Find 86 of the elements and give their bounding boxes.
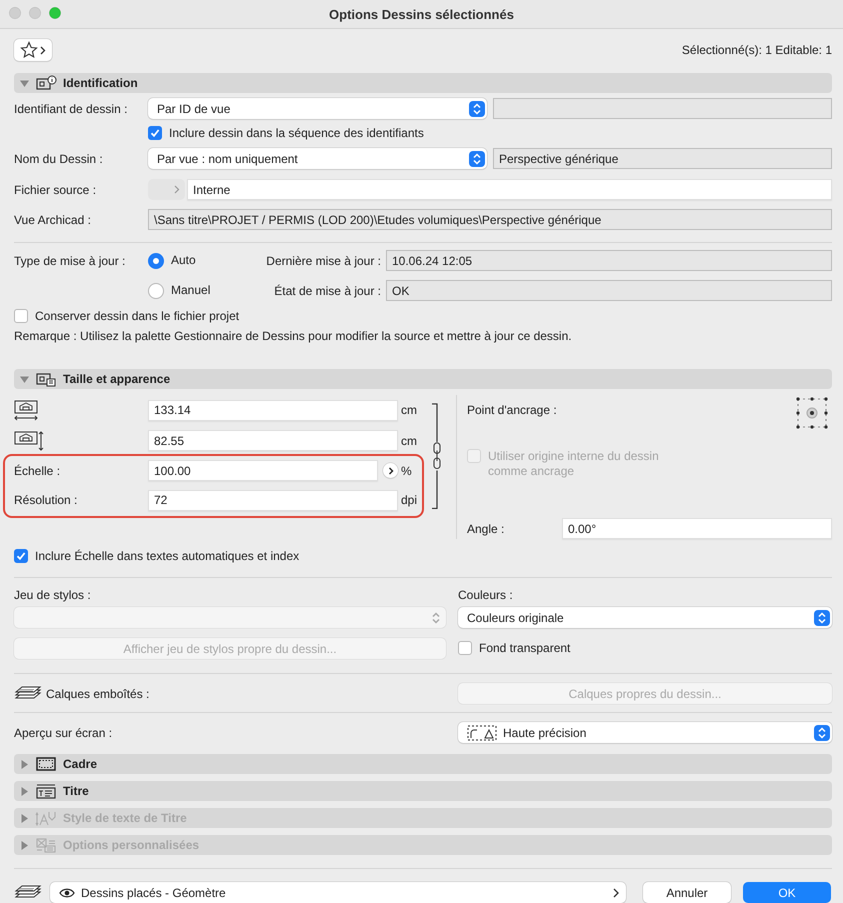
text-field[interactable]: 72 (148, 490, 398, 510)
checkbox[interactable] (14, 549, 28, 563)
eye-icon (59, 886, 75, 898)
close-button[interactable] (9, 7, 21, 19)
field-label: Vue Archicad : (14, 212, 92, 226)
id-popup[interactable]: Par ID de vue (148, 98, 487, 119)
unit-label: cm (400, 403, 418, 417)
radio-label: Manuel (171, 282, 210, 298)
layers-icon[interactable] (14, 884, 42, 900)
field-label: Échelle : (14, 464, 62, 478)
frame-icon (35, 756, 57, 772)
layers-icon (14, 686, 42, 702)
anchor-point-icon[interactable] (796, 397, 828, 429)
text-field[interactable]: 100.00 (148, 460, 378, 481)
chevron-right-icon (612, 888, 620, 898)
field-label: Fichier source : (14, 182, 98, 196)
disclosure-triangle-icon[interactable] (20, 374, 29, 384)
section-header[interactable]: Cadre (14, 754, 832, 774)
name-popup[interactable]: Par vue : nom uniquement (148, 148, 487, 169)
minimize-button[interactable] (29, 7, 41, 19)
disclosure-triangle-icon[interactable] (20, 78, 29, 88)
ok-button[interactable]: OK (743, 882, 831, 903)
radio-dot-icon (153, 258, 159, 264)
checkbox[interactable] (458, 641, 472, 655)
checkbox[interactable] (148, 126, 162, 140)
scale-options-button[interactable] (383, 463, 398, 478)
text-field[interactable]: \Sans titre\PROJET / PERMIS (LOD 200)\Etudes volumiques\Perspective générique (148, 209, 832, 230)
text-field[interactable] (493, 98, 832, 119)
chevron-right-icon (40, 46, 46, 54)
section-header[interactable]: Titre (14, 781, 832, 801)
unit-label: dpi (400, 493, 418, 507)
disclosure-triangle-icon[interactable] (20, 786, 29, 796)
chevron-right-icon (174, 185, 180, 194)
field-label: Point d'ancrage : (467, 403, 557, 417)
radio-label: Auto (171, 252, 196, 268)
text-field[interactable]: Perspective générique (493, 148, 832, 169)
drawing-info-icon (35, 75, 57, 91)
section-header[interactable]: Taille et apparence (14, 369, 832, 389)
title-icon (35, 783, 57, 799)
checkmark-icon (150, 128, 160, 138)
cancel-button[interactable]: Annuler (643, 882, 731, 903)
disclosure-triangle-icon[interactable] (20, 760, 29, 768)
star-icon (20, 41, 38, 59)
selection-info: Sélectionné(s): 1 Editable: 1 (682, 43, 832, 57)
text-field[interactable]: 133.14 (148, 400, 398, 420)
text-field[interactable]: OK (386, 280, 832, 301)
window-title: Options Dessins sélectionnés (329, 6, 514, 22)
text-field[interactable]: 0.00° (562, 518, 832, 539)
field-label: Angle : (467, 522, 506, 536)
radio-button[interactable] (148, 282, 164, 298)
section-header[interactable]: Identification (14, 73, 832, 93)
field-label: Aperçu sur écran : (14, 726, 114, 740)
preview-icon (467, 724, 497, 740)
unit-label: cm (400, 434, 418, 448)
unit-label: % (400, 464, 413, 478)
text-field[interactable]: 82.55 (148, 430, 398, 451)
field-label: Identifiant de dessin : (14, 102, 128, 116)
height-dimension-icon (14, 430, 44, 452)
zoom-button[interactable] (49, 7, 61, 19)
checkbox[interactable] (14, 309, 28, 323)
radio-button[interactable] (148, 252, 164, 268)
field-label: Couleurs : (458, 588, 514, 602)
checkbox-label: Conserver dessin dans le fichier projet (35, 309, 240, 324)
colors-popup[interactable]: Couleurs originale (458, 607, 832, 628)
text-field[interactable]: 10.06.24 12:05 (386, 250, 832, 271)
field-label: État de mise à jour : (273, 284, 382, 298)
checkbox-label: Inclure dessin dans la séquence des identifiants (169, 126, 424, 141)
favorites-button[interactable] (14, 39, 52, 61)
field-label: Jeu de stylos : (14, 588, 92, 602)
checkbox-label: Utiliser origine interne du dessin comme ancrage (488, 449, 660, 479)
checkmark-icon (16, 551, 26, 561)
text-field[interactable]: Interne (187, 179, 832, 200)
field-label: Nom du Dessin : (14, 152, 104, 166)
field-label: Résolution : (14, 493, 78, 507)
favorites-popup[interactable]: Dessins placés - Géomètre (50, 882, 626, 903)
drawing-size-icon (35, 371, 57, 387)
custom-options-icon (35, 837, 57, 853)
chevron-right-icon (388, 466, 394, 474)
field-label: Calques emboîtés : (46, 686, 150, 700)
remark-text: Remarque : Utilisez la palette Gestionnaire de Dessins pour modifier la source et mettre à jour ce dessin. (14, 329, 573, 343)
preview-popup[interactable]: Haute précision (458, 722, 832, 743)
checkbox-label: Fond transparent (479, 641, 570, 656)
field-label: Type de mise à jour : (14, 254, 126, 268)
text-style-icon (35, 810, 57, 826)
field-label: Dernière mise à jour : (265, 254, 382, 268)
checkbox-label: Inclure Échelle dans textes automatiques et index (35, 549, 300, 564)
